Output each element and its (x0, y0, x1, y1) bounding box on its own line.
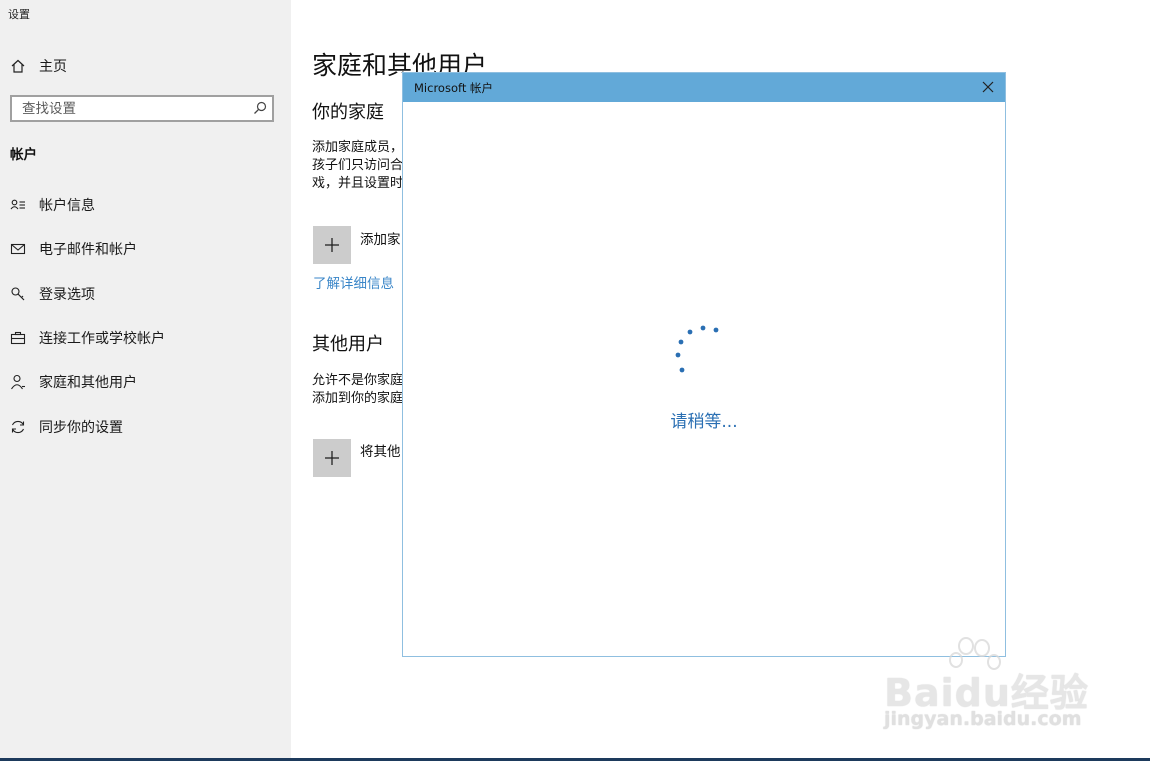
family-description-line: 孩子们只访问合 (312, 158, 404, 173)
add-family-member-button[interactable] (313, 226, 351, 264)
other-users-description-line: 允许不是你家庭 (312, 373, 404, 388)
add-other-user-label[interactable]: 将其他 (360, 440, 401, 460)
sidebar-item-label: 登录选项 (39, 287, 95, 303)
plus-icon (325, 451, 339, 465)
search-icon[interactable] (253, 101, 267, 115)
sidebar-item-account-info[interactable]: 帐户信息 (0, 190, 291, 220)
dialog-title: Microsoft 帐户 (414, 81, 493, 95)
sidebar-item-signin-options[interactable]: 登录选项 (0, 279, 291, 309)
sidebar-item-email[interactable]: 电子邮件和帐户 (0, 234, 291, 264)
family-description: 添加家庭成员， 孩子们只访问合 戏，并且设置时 (312, 139, 403, 193)
family-description-line: 添加家庭成员， (312, 140, 404, 155)
please-wait-text: 请稍等... (670, 412, 738, 432)
other-users-heading: 其他用户 (312, 334, 384, 355)
briefcase-icon (9, 329, 27, 347)
other-users-description: 允许不是你家庭 添加到你的家庭 (312, 372, 403, 408)
search-box[interactable] (10, 95, 274, 122)
sidebar-item-label: 帐户信息 (39, 198, 95, 214)
loading-spinner-icon (675, 325, 719, 373)
sidebar: 设置 主页 帐户 帐户信息 电子邮件和帐户 登录选项 (0, 0, 291, 761)
person-icon (9, 373, 27, 391)
account-info-icon (9, 196, 27, 214)
sidebar-item-label: 连接工作或学校帐户 (39, 331, 165, 347)
plus-icon (325, 238, 339, 252)
window-title: 设置 (8, 8, 30, 21)
family-heading: 你的家庭 (312, 102, 384, 123)
mail-icon (9, 240, 27, 258)
sidebar-item-label: 电子邮件和帐户 (39, 242, 137, 258)
section-heading-accounts: 帐户 (10, 147, 37, 163)
family-description-line: 戏，并且设置时 (312, 176, 404, 191)
close-icon[interactable] (981, 80, 995, 94)
nav-home[interactable]: 主页 (0, 52, 291, 80)
dialog-titlebar[interactable]: Microsoft 帐户 (403, 73, 1005, 102)
sidebar-item-family[interactable]: 家庭和其他用户 (0, 367, 291, 397)
home-icon (9, 57, 27, 75)
search-input[interactable] (12, 97, 242, 120)
add-other-user-button[interactable] (313, 439, 351, 477)
nav-home-label: 主页 (39, 59, 67, 75)
watermark-url: jingyan.baidu.com (884, 708, 1082, 730)
learn-more-link[interactable]: 了解详细信息 (313, 272, 394, 292)
key-icon (9, 285, 27, 303)
add-family-member-label[interactable]: 添加家 (360, 228, 401, 248)
sidebar-item-label: 家庭和其他用户 (39, 375, 137, 391)
other-users-description-line: 添加到你的家庭 (312, 391, 404, 406)
sidebar-item-work-school[interactable]: 连接工作或学校帐户 (0, 323, 291, 353)
